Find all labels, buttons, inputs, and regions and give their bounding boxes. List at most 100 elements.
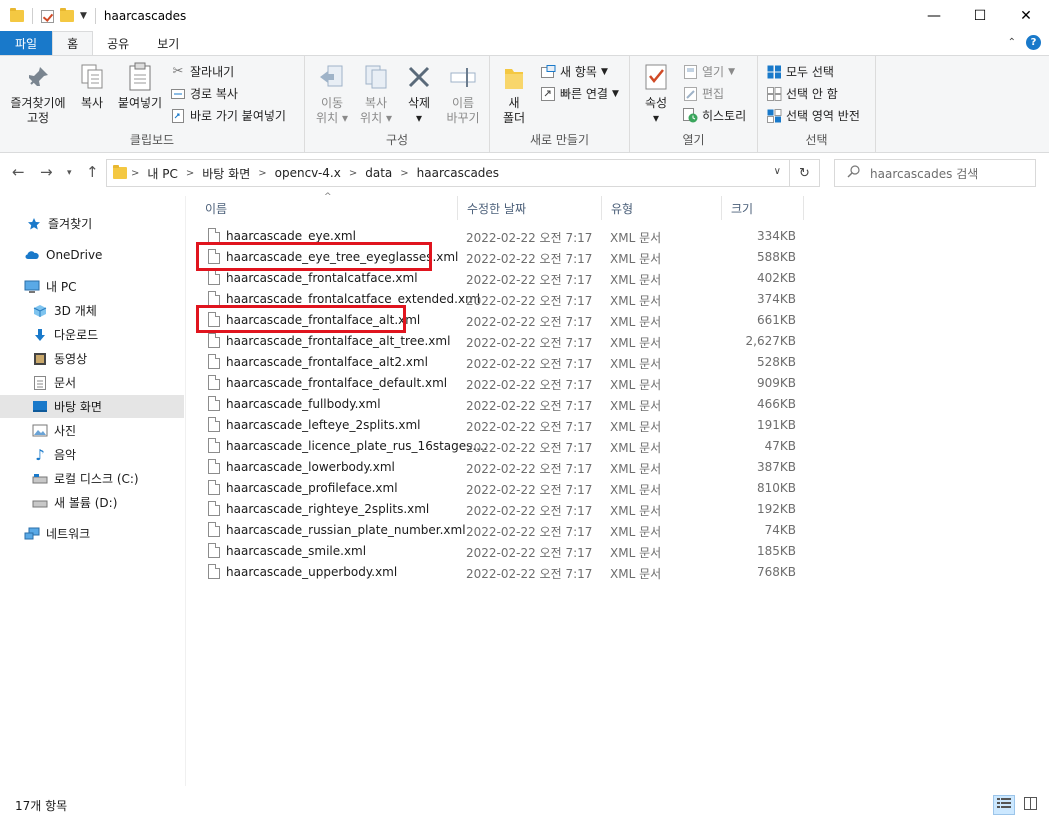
breadcrumb-this-pc[interactable]: 내 PC [147, 165, 177, 182]
column-header-size[interactable]: 크기 [722, 196, 804, 220]
tab-home[interactable]: 홈 [52, 31, 94, 55]
open-button[interactable]: 열기 ▼ [682, 63, 735, 80]
tab-file[interactable]: 파일 [0, 31, 53, 55]
copy-path-icon [170, 86, 186, 102]
table-row[interactable]: haarcascade_lefteye_2splits.xml 2022-02-2… [196, 415, 806, 436]
cut-button[interactable]: ✂ 잘라내기 [170, 63, 235, 80]
table-row[interactable]: haarcascade_eye_tree_eyeglasses.xml 2022-… [196, 247, 806, 268]
large-icons-view-button[interactable] [1019, 795, 1041, 815]
select-all-button[interactable]: 모두 선택 [766, 63, 834, 80]
table-row[interactable]: haarcascade_eye.xml 2022-02-22 오전 7:17 XML… [196, 226, 806, 247]
tab-view[interactable]: 보기 [143, 31, 193, 55]
file-modified: 2022-02-22 오전 7:17 [466, 504, 593, 518]
address-dropdown-icon[interactable]: ∨ [774, 166, 781, 177]
breadcrumb-separator-icon[interactable]: > [258, 168, 266, 179]
forward-arrow-icon[interactable]: → [40, 163, 53, 181]
address-bar[interactable]: > 내 PC > 바탕 화면 > opencv-4.x > data > haa… [106, 159, 790, 187]
delete-caret-icon[interactable]: ▾ [401, 111, 437, 126]
column-header-name[interactable]: 이름 [196, 196, 458, 220]
sidebar-item-new-volume-d[interactable]: 새 볼륨 (D:) [0, 491, 184, 514]
table-row[interactable]: haarcascade_fullbody.xml 2022-02-22 오전 7:… [196, 394, 806, 415]
breadcrumb-data[interactable]: data [365, 166, 392, 180]
history-button[interactable]: 히스토리 [682, 107, 746, 124]
sidebar-item-documents[interactable]: 문서 [0, 371, 184, 394]
tab-share[interactable]: 공유 [93, 31, 143, 55]
sidebar-item-pictures[interactable]: 사진 [0, 419, 184, 442]
sidebar-item-desktop[interactable]: 바탕 화면 [0, 395, 184, 418]
delete-button[interactable]: 삭제 ▾ [401, 62, 437, 126]
table-row[interactable]: haarcascade_upperbody.xml 2022-02-22 오전 7… [196, 562, 806, 583]
item-count: 17개 항목 [15, 798, 68, 813]
help-icon[interactable]: ? [1026, 35, 1041, 50]
breadcrumb-opencv[interactable]: opencv-4.x [275, 166, 341, 180]
breadcrumb-separator-icon[interactable]: > [131, 168, 139, 179]
xml-file-icon [208, 270, 220, 285]
easy-access-button[interactable]: 빠른 연결 ▼ [540, 85, 619, 102]
navigation-row: ← → ▾ ↑ > 내 PC > 바탕 화면 > opencv-4.x > da… [0, 155, 1049, 191]
minimize-button[interactable]: — [911, 0, 957, 32]
paste-button[interactable]: 붙여넣기 [114, 62, 166, 111]
new-folder-button[interactable]: 새 폴더 [496, 62, 532, 126]
table-row[interactable]: haarcascade_licence_plate_rus_16stages..… [196, 436, 806, 457]
close-button[interactable]: ✕ [1003, 0, 1049, 32]
new-folder-icon[interactable] [60, 8, 74, 22]
breadcrumb-separator-icon[interactable]: > [186, 168, 194, 179]
easy-access-label: 빠른 연결 [560, 87, 608, 101]
breadcrumb-separator-icon[interactable]: > [400, 168, 408, 179]
table-row[interactable]: haarcascade_frontalface_default.xml 2022-… [196, 373, 806, 394]
properties-caret-icon[interactable]: ▾ [636, 111, 676, 126]
sidebar-item-network[interactable]: 네트워크 [0, 522, 184, 545]
pin-to-quick-access-button[interactable]: 즐겨찾기에 고정 [6, 62, 70, 126]
breadcrumb-desktop[interactable]: 바탕 화면 [202, 165, 250, 182]
rename-button[interactable]: 이름 바꾸기 [441, 62, 485, 126]
table-row[interactable]: haarcascade_righteye_2splits.xml 2022-02-… [196, 499, 806, 520]
sidebar-item-local-disk-c[interactable]: 로컬 디스크 (C:) [0, 467, 184, 490]
properties-button[interactable]: 속성 ▾ [636, 62, 676, 126]
table-row[interactable]: haarcascade_frontalface_alt_tree.xml 2022… [196, 331, 806, 352]
table-row[interactable]: haarcascade_frontalface_alt.xml 2022-02-2… [196, 310, 806, 331]
new-item-button[interactable]: 새 항목 ▼ [540, 63, 608, 80]
details-view-button[interactable] [993, 795, 1015, 815]
search-box[interactable]: haarcascades 검색 [834, 159, 1036, 187]
copy-to-button[interactable]: 복사 위치 ▾ [355, 62, 397, 126]
invert-selection-button[interactable]: 선택 영역 반전 [766, 107, 860, 124]
breadcrumb-separator-icon[interactable]: > [349, 168, 357, 179]
recent-locations-caret-icon[interactable]: ▾ [67, 168, 72, 178]
column-header-type[interactable]: 유형 [602, 196, 722, 220]
sidebar-item-videos[interactable]: 동영상 [0, 347, 184, 370]
table-row[interactable]: haarcascade_smile.xml 2022-02-22 오전 7:17 X… [196, 541, 806, 562]
up-arrow-icon[interactable]: ↑ [86, 163, 99, 181]
back-arrow-icon[interactable]: ← [12, 163, 25, 181]
ribbon: 즐겨찾기에 고정 복사 붙여넣기 ✂ 잘라내기 경로 복사 바로 가기 붙여넣기 [0, 55, 1049, 153]
properties-check-icon[interactable] [41, 9, 54, 23]
sidebar-item-3d-objects[interactable]: 3D 개체 [0, 299, 184, 322]
sidebar-item-this-pc[interactable]: 내 PC [0, 275, 184, 298]
select-none-button[interactable]: 선택 안 함 [766, 85, 838, 102]
refresh-button[interactable]: ↻ [790, 159, 820, 187]
select-group: 모두 선택 선택 안 함 선택 영역 반전 선택 [758, 56, 876, 152]
sidebar-item-quick-access[interactable]: 즐겨찾기 [0, 212, 184, 235]
sidebar-item-label: 다운로드 [54, 328, 99, 342]
file-name: haarcascade_frontalface_default.xml [226, 376, 448, 390]
sidebar-item-onedrive[interactable]: OneDrive [0, 243, 184, 266]
sidebar-item-music[interactable]: ♪ 음악 [0, 443, 184, 466]
move-to-button[interactable]: 이동 위치 ▾ [311, 62, 353, 126]
table-row[interactable]: haarcascade_russian_plate_number.xml 2022… [196, 520, 806, 541]
ribbon-collapse-icon[interactable]: ⌃ [1008, 37, 1016, 48]
table-row[interactable]: haarcascade_frontalcatface_extended.xml 2… [196, 289, 806, 310]
search-input[interactable]: haarcascades 검색 [870, 165, 978, 182]
table-row[interactable]: haarcascade_lowerbody.xml 2022-02-22 오전 7… [196, 457, 806, 478]
copy-button[interactable]: 복사 [72, 62, 112, 111]
customize-caret-icon[interactable]: ▼ [80, 11, 87, 21]
maximize-button[interactable]: ☐ [957, 0, 1003, 32]
sidebar-item-downloads[interactable]: 다운로드 [0, 323, 184, 346]
breadcrumb-haarcascades[interactable]: haarcascades [417, 166, 499, 180]
table-row[interactable]: haarcascade_profileface.xml 2022-02-22 오전… [196, 478, 806, 499]
edit-button[interactable]: 편집 [682, 85, 724, 102]
column-header-modified[interactable]: 수정한 날짜 [458, 196, 602, 220]
paste-shortcut-button[interactable]: 바로 가기 붙여넣기 [170, 107, 286, 124]
xml-file-icon [208, 396, 220, 411]
copy-path-button[interactable]: 경로 복사 [170, 85, 238, 102]
table-row[interactable]: haarcascade_frontalcatface.xml 2022-02-22… [196, 268, 806, 289]
table-row[interactable]: haarcascade_frontalface_alt2.xml 2022-02-… [196, 352, 806, 373]
